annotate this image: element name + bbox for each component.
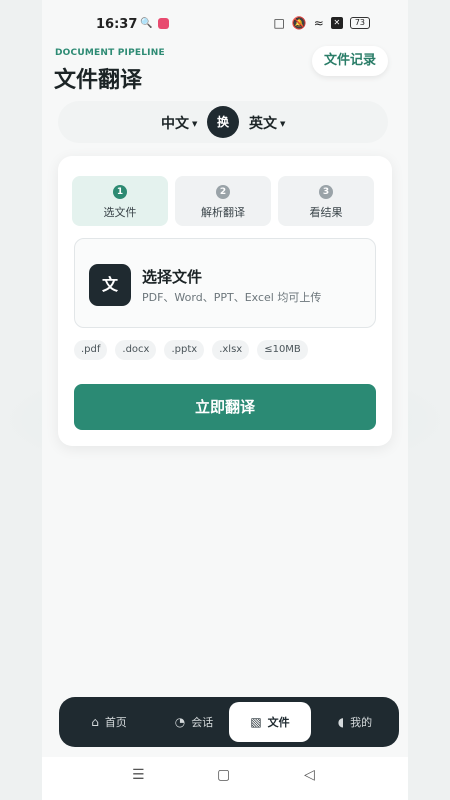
document-icon: 文: [89, 264, 131, 306]
app-icon: [158, 18, 170, 29]
step-label: 选文件: [103, 206, 137, 219]
nav-label: 文件: [267, 716, 290, 729]
file-select-area[interactable]: 文 选择文件 PDF、Word、PPT、Excel 均可上传: [74, 238, 376, 328]
step-label: 解析翻译: [201, 206, 245, 219]
file-select-subtitle: PDF、Word、PPT、Excel 均可上传: [142, 291, 322, 304]
phone-screen: 16:37 🔍 □ 🔕 ≈ ✕ 73 DOCUMENT PIPELINE 文件翻…: [42, 0, 408, 800]
status-left-icons: 🔍: [140, 18, 170, 29]
nav-item-files[interactable]: ▧ 文件: [229, 702, 311, 742]
page-eyebrow: DOCUMENT PIPELINE: [55, 48, 165, 58]
step-label: 看结果: [309, 206, 343, 219]
bottom-nav: ⌂ 首页 ◔ 会话 ▧ 文件 ◖ 我的: [59, 697, 399, 747]
home-square-icon[interactable]: ▢: [217, 767, 230, 783]
battery-icon: 73: [349, 17, 370, 29]
step-select-file[interactable]: 1 选文件: [72, 176, 168, 226]
home-icon: ⌂: [91, 715, 99, 729]
search-icon: 🔍: [140, 18, 153, 29]
x-box-icon: ✕: [330, 17, 343, 29]
file-records-button[interactable]: 文件记录: [312, 46, 388, 76]
file-select-title: 选择文件: [142, 268, 203, 286]
step-parse-translate[interactable]: 2 解析翻译: [175, 176, 271, 226]
nfc-icon: □: [273, 16, 285, 30]
chip-pdf: .pdf: [74, 340, 108, 360]
step-number: 1: [113, 185, 127, 199]
nav-label: 会话: [191, 716, 214, 729]
chip-docx: .docx: [115, 340, 157, 360]
step-indicator: 1 选文件 2 解析翻译 3 看结果: [72, 176, 374, 226]
nav-item-chat[interactable]: ◔ 会话: [159, 697, 229, 747]
source-language-dropdown[interactable]: 中文 ▼: [161, 113, 197, 133]
status-time: 16:37: [96, 17, 138, 32]
back-triangle-icon[interactable]: ◁: [304, 767, 315, 783]
nav-item-home[interactable]: ⌂ 首页: [79, 697, 139, 747]
language-selector: 中文 ▼ 换 英文 ▼: [58, 101, 388, 143]
profile-icon: ◖: [337, 715, 345, 729]
chip-xlsx: .xlsx: [212, 340, 250, 360]
page-title: 文件翻译: [54, 68, 143, 93]
chat-icon: ◔: [174, 715, 186, 729]
nav-label: 首页: [104, 716, 127, 729]
wifi-icon: ≈: [313, 16, 324, 30]
step-number: 2: [216, 185, 230, 199]
translate-now-button[interactable]: 立即翻译: [74, 384, 376, 430]
chevron-down-icon: ▼: [280, 120, 286, 128]
menu-icon[interactable]: ☰: [132, 767, 145, 783]
chip-pptx: .pptx: [164, 340, 205, 360]
status-bar: 16:37 🔍 □ 🔕 ≈ ✕ 73: [42, 0, 408, 48]
source-language-label: 中文: [161, 116, 189, 132]
file-type-chips: .pdf .docx .pptx .xlsx ≤10MB: [74, 340, 308, 360]
step-view-result[interactable]: 3 看结果: [278, 176, 374, 226]
target-language-dropdown[interactable]: 英文 ▼: [249, 113, 285, 133]
status-right-icons: □ 🔕 ≈ ✕ 73: [273, 16, 370, 30]
target-language-label: 英文: [249, 116, 277, 132]
file-icon: ▧: [250, 715, 262, 729]
nav-label: 我的: [350, 716, 373, 729]
chip-size-limit: ≤10MB: [257, 340, 308, 360]
system-nav-bar: ☰ ▢ ◁: [42, 757, 408, 800]
chevron-down-icon: ▼: [192, 120, 198, 128]
nav-item-profile[interactable]: ◖ 我的: [325, 697, 385, 747]
mute-icon: 🔕: [291, 16, 307, 30]
swap-language-button[interactable]: 换: [207, 106, 239, 138]
upload-card: 1 选文件 2 解析翻译 3 看结果 文 选择文件 PDF、Word、PPT、E…: [58, 156, 392, 446]
step-number: 3: [319, 185, 333, 199]
